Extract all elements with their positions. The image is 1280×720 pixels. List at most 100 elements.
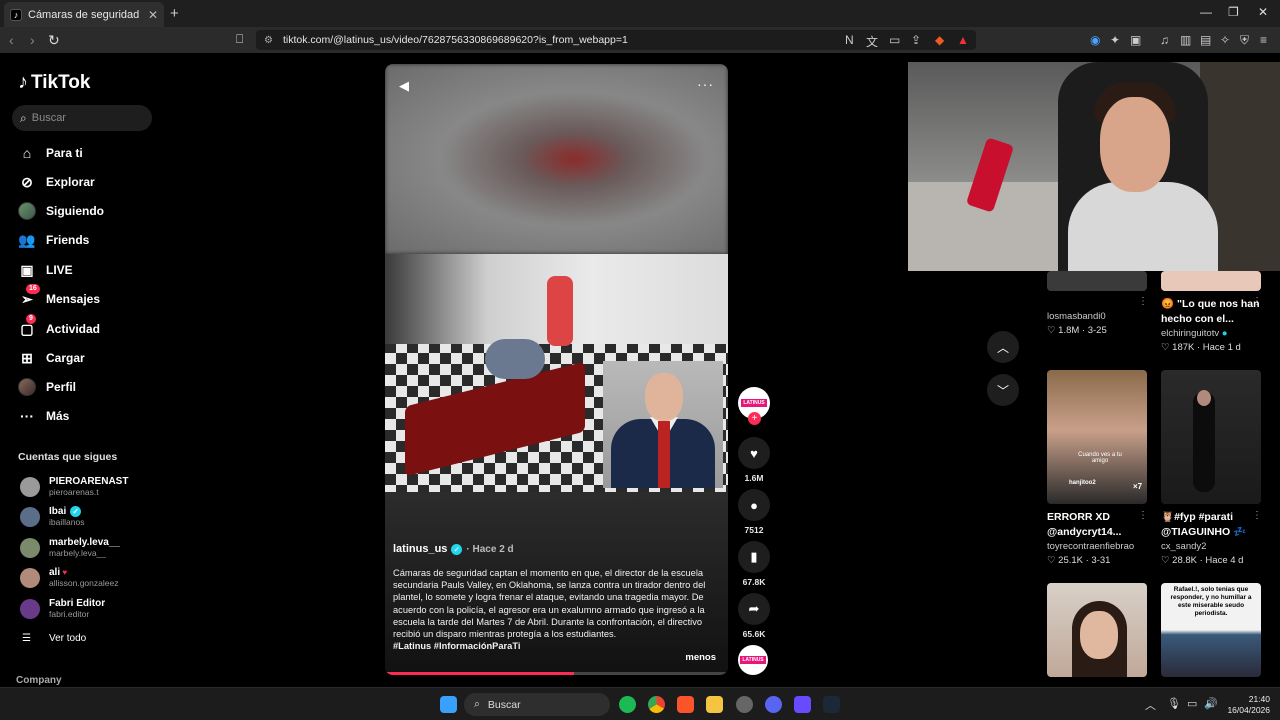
- company-link[interactable]: Company: [16, 675, 62, 686]
- more-options-icon[interactable]: ⋮: [1252, 296, 1262, 307]
- comment-button[interactable]: ● 7512: [738, 489, 770, 535]
- search-input[interactable]: ⌕ Buscar: [12, 105, 152, 131]
- bookmark-icon[interactable]: ⎕: [236, 32, 243, 47]
- nav-friends[interactable]: 👥 Friends: [18, 231, 89, 249]
- steam-icon[interactable]: [823, 696, 840, 713]
- grid-card[interactable]: 🦉#fyp #parati @TIAGUINHO 💤 cx_sandy2 ♡ 2…: [1161, 510, 1261, 568]
- system-clock[interactable]: 21:40 16/04/2026: [1222, 694, 1270, 716]
- minimize-icon[interactable]: —: [1200, 5, 1212, 19]
- audio-icon[interactable]: ◉: [1090, 33, 1100, 47]
- nav-upload[interactable]: ⊞ Cargar: [18, 349, 85, 367]
- nav-more[interactable]: ··· Más: [18, 407, 69, 425]
- discord-icon[interactable]: [765, 696, 782, 713]
- next-video-button[interactable]: ﹀: [987, 374, 1019, 406]
- translate-icon[interactable]: 文: [866, 33, 878, 50]
- video-thumbnail[interactable]: [1047, 271, 1147, 291]
- creator-avatar[interactable]: LATINUS +: [738, 387, 770, 425]
- more-options-icon[interactable]: ⋮: [1138, 296, 1148, 307]
- grid-card[interactable]: losmasbandi0 ♡ 1.8M · 3-25: [1047, 310, 1147, 338]
- save-button[interactable]: ▮ 67.8K: [738, 541, 770, 587]
- nav-following[interactable]: Siguiendo: [18, 202, 104, 220]
- video-thumbnail[interactable]: Cuando ves a tu amigo hanjitoo2 ×7: [1047, 370, 1147, 504]
- account-handle: ibaillanos: [49, 517, 85, 527]
- previous-video-button[interactable]: ︿: [987, 331, 1019, 363]
- video-player[interactable]: ◀ ··· latinus_us ✓ · Hace 2 d Cámaras de…: [385, 64, 728, 675]
- following-account[interactable]: Fabri Editor fabri.editor: [20, 598, 105, 619]
- nav-explore[interactable]: ⊘ Explorar: [18, 173, 95, 191]
- nav-activity[interactable]: ▢ 9 Actividad: [18, 314, 100, 338]
- leo-icon[interactable]: ✧: [1220, 33, 1230, 47]
- latinus-logo: LATINUS: [741, 399, 767, 407]
- brave-shield-icon[interactable]: ◆: [935, 33, 944, 47]
- reload-icon[interactable]: ↻: [48, 32, 60, 49]
- spotify-icon[interactable]: [619, 696, 636, 713]
- less-button[interactable]: menos: [685, 652, 716, 663]
- menu-icon[interactable]: ≡: [1260, 33, 1267, 47]
- music-icon[interactable]: ♫: [1160, 33, 1169, 47]
- site-info-icon[interactable]: ⚙: [264, 35, 273, 46]
- video-progress-bar[interactable]: [385, 672, 728, 675]
- back-icon[interactable]: ‹: [9, 32, 14, 48]
- following-account[interactable]: PIEROARENAST pieroarenas.t: [20, 476, 128, 497]
- account-name: PIEROARENAST: [49, 476, 129, 487]
- sidebar-icon[interactable]: ▥: [1180, 33, 1191, 47]
- hashtags[interactable]: #Latinus #InformaciónParaTi: [393, 641, 520, 651]
- vpn-icon[interactable]: ⛨: [1240, 33, 1249, 48]
- taskbar-search[interactable]: ⌕ Buscar: [464, 693, 610, 716]
- volume-icon[interactable]: 🔊: [1204, 697, 1218, 710]
- more-options-icon[interactable]: ⋮: [1138, 510, 1148, 521]
- file-explorer-icon[interactable]: [706, 696, 723, 713]
- avatar: [20, 506, 40, 527]
- account-handle: allisson.gonzaleez: [49, 578, 119, 588]
- share-button[interactable]: ➦ 65.6K: [738, 593, 770, 639]
- extensions-icon[interactable]: ✦: [1110, 33, 1120, 47]
- reader-icon[interactable]: N: [845, 33, 854, 47]
- grid-card[interactable]: 😡 "Lo que nos han hecho con el... elchir…: [1161, 297, 1261, 355]
- restore-icon[interactable]: ❐: [1228, 5, 1239, 19]
- screenshot-icon[interactable]: ▭: [889, 33, 900, 47]
- brave-rewards-icon[interactable]: ▲: [957, 33, 969, 47]
- forward-icon[interactable]: ›: [30, 32, 35, 48]
- tiktok-logo[interactable]: ♪ TikTok: [18, 71, 90, 94]
- card-stats: ♡ 28.8K · Hace 4 d: [1161, 555, 1244, 566]
- video-thumbnail[interactable]: Rafael.!, solo tenias que responder, y n…: [1161, 583, 1261, 677]
- account-name: marbely.leva__: [49, 537, 120, 548]
- sound-disc[interactable]: LATINUS: [738, 645, 768, 675]
- video-thumbnail[interactable]: [1161, 370, 1261, 504]
- nav-messages[interactable]: ➢ 16 Mensajes: [18, 284, 101, 308]
- following-account[interactable]: marbely.leva__ marbely.leva__: [20, 537, 120, 558]
- follow-plus-icon[interactable]: +: [748, 412, 761, 425]
- close-tab-icon[interactable]: ✕: [148, 8, 158, 22]
- network-icon[interactable]: ▭: [1187, 697, 1197, 710]
- search-icon: ⌕: [20, 110, 27, 125]
- like-button[interactable]: ♥ 1.6M: [738, 437, 770, 483]
- media-icon[interactable]: ▣: [1130, 33, 1141, 47]
- nav-live[interactable]: ▣ LIVE: [18, 261, 72, 279]
- nav-label: Mensajes: [46, 292, 101, 306]
- obs-icon[interactable]: [736, 696, 753, 713]
- share-icon[interactable]: ⇪: [911, 33, 921, 47]
- chrome-icon[interactable]: [648, 696, 665, 713]
- video-thumbnail[interactable]: [1047, 583, 1147, 677]
- browser-tab[interactable]: ♪ Cámaras de seguridad captan el ✕: [4, 2, 164, 27]
- windows-start-icon[interactable]: [440, 696, 457, 713]
- video-author[interactable]: latinus_us ✓ · Hace 2 d: [393, 543, 514, 555]
- close-window-icon[interactable]: ✕: [1258, 5, 1268, 19]
- video-thumbnail[interactable]: [1161, 271, 1261, 291]
- following-account[interactable]: ali ♥ allisson.gonzaleez: [20, 567, 118, 588]
- brave-icon[interactable]: [677, 696, 694, 713]
- nav-profile[interactable]: Perfil: [18, 378, 76, 396]
- nav-for-you[interactable]: ⌂ Para ti: [18, 144, 83, 162]
- grid-card[interactable]: ERRORR XD @andycryt14... toyrecontraenfi…: [1047, 510, 1147, 568]
- more-options-icon[interactable]: ⋮: [1252, 510, 1262, 521]
- tray-expand-icon[interactable]: ︿: [1145, 697, 1156, 713]
- more-options-icon[interactable]: ···: [697, 76, 714, 92]
- wallet-icon[interactable]: ▤: [1200, 33, 1211, 47]
- account-handle: pieroarenas.t: [49, 487, 99, 497]
- volume-icon[interactable]: ◀: [399, 78, 409, 94]
- microphone-icon[interactable]: 🎙: [1167, 697, 1181, 710]
- new-tab-button[interactable]: +: [170, 5, 179, 22]
- following-account[interactable]: Ibai ✓ ibaillanos: [20, 506, 85, 527]
- see-all-button[interactable]: ☰ Ver todo: [22, 633, 86, 644]
- app-grid-icon[interactable]: [794, 696, 811, 713]
